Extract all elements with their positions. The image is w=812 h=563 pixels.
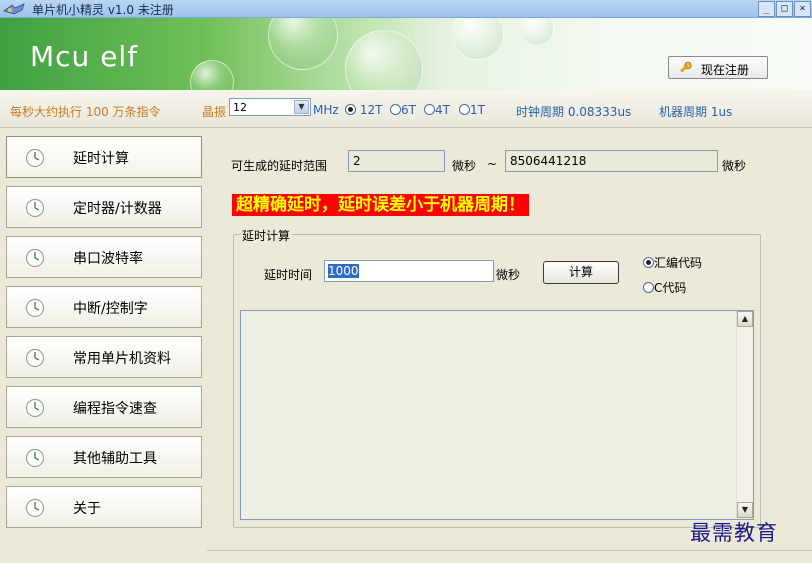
bubble-decoration (345, 30, 423, 90)
scroll-up-icon[interactable]: ▲ (737, 311, 753, 327)
tilde-separator: ~ (487, 157, 498, 171)
radio-icon (390, 104, 401, 115)
radio-label: C代码 (654, 281, 687, 295)
calculate-button[interactable]: 计算 (543, 261, 619, 284)
register-button[interactable]: 现在注册 (668, 56, 768, 79)
main-panel: 可生成的延时范围 2 微秒 ~ 8506441218 微秒 超精确延时，延时误差… (207, 128, 812, 563)
mhz-label: MHz (313, 103, 339, 117)
delay-time-unit: 微秒 (496, 268, 521, 282)
clock-icon (25, 348, 45, 368)
delay-time-input[interactable]: 1000 (324, 260, 494, 282)
crystal-value: 12 (233, 101, 247, 114)
sidebar-item-other-tools[interactable]: 其他辅助工具 (6, 436, 202, 478)
clock-icon (25, 248, 45, 268)
sidebar-item-label: 延时计算 (73, 151, 129, 167)
info-bar: 每秒大约执行 100 万条指令 晶振 12 ▼ MHz 12T 6T 4T 1T… (0, 90, 812, 128)
mode-label: 1T (470, 103, 485, 117)
mode-radio-1t[interactable]: 1T (459, 103, 485, 117)
close-button[interactable]: × (794, 1, 811, 17)
range-min-field: 2 (348, 150, 445, 172)
mode-radio-4t[interactable]: 4T (424, 103, 450, 117)
app-logo: Mcu elf (30, 40, 139, 73)
watermark-text: 最需教育 (690, 521, 778, 545)
sidebar-item-label: 定时器/计数器 (73, 201, 162, 217)
crystal-select[interactable]: 12 ▼ (229, 98, 311, 116)
vertical-scrollbar[interactable]: ▲ ▼ (736, 311, 753, 519)
window-title: 单片机小精灵 v1.0 未注册 (32, 3, 174, 17)
bubble-decoration (452, 18, 504, 60)
minimize-button[interactable]: _ (758, 1, 775, 17)
sidebar-item-label: 其他辅助工具 (73, 451, 157, 467)
chevron-down-icon[interactable]: ▼ (294, 100, 309, 114)
title-bar: 单片机小精灵 v1.0 未注册 _ □ × (0, 0, 812, 18)
radio-icon (643, 257, 654, 268)
clock-icon (25, 198, 45, 218)
mode-label: 6T (401, 103, 416, 117)
code-output-area[interactable]: ▲ ▼ (240, 310, 754, 520)
speed-text: 每秒大约执行 100 万条指令 (10, 105, 161, 119)
mode-label: 12T (359, 103, 383, 117)
scroll-down-icon[interactable]: ▼ (737, 502, 753, 518)
sidebar-item-label: 串口波特率 (73, 251, 143, 267)
sidebar: 延时计算 定时器/计数器 串口波特率 中断/控制字 常用单片机资料 编程指令速查… (0, 128, 207, 563)
sidebar-item-label: 关于 (73, 501, 101, 517)
machine-period-text: 机器周期 1us (659, 105, 733, 119)
status-divider (207, 550, 812, 563)
app-icon (3, 3, 25, 15)
sidebar-item-interrupt[interactable]: 中断/控制字 (6, 286, 202, 328)
clock-icon (25, 398, 45, 418)
sidebar-item-label: 编程指令速查 (73, 401, 157, 417)
register-label: 现在注册 (701, 63, 750, 77)
sidebar-item-label: 中断/控制字 (73, 301, 148, 317)
crystal-label: 晶振 (202, 105, 227, 119)
sidebar-item-instruction-lookup[interactable]: 编程指令速查 (6, 386, 202, 428)
mode-radio-6t[interactable]: 6T (390, 103, 416, 117)
mode-radio-12t[interactable]: 12T (345, 103, 382, 117)
sidebar-item-baud-rate[interactable]: 串口波特率 (6, 236, 202, 278)
range-min-unit: 微秒 (452, 159, 477, 173)
maximize-button[interactable]: □ (776, 1, 793, 17)
banner: Mcu elf 现在注册 (0, 18, 812, 90)
clock-period-text: 时钟周期 0.08333us (516, 105, 632, 119)
radio-asm-code[interactable]: 汇编代码 (643, 254, 702, 271)
sidebar-item-timer-counter[interactable]: 定时器/计数器 (6, 186, 202, 228)
bubble-decoration (520, 18, 554, 46)
radio-c-code[interactable]: C代码 (643, 279, 686, 296)
clock-icon (25, 298, 45, 318)
radio-icon (345, 104, 356, 115)
radio-icon (459, 104, 470, 115)
sidebar-item-about[interactable]: 关于 (6, 486, 202, 528)
range-max-unit: 微秒 (722, 159, 747, 173)
radio-icon (424, 104, 435, 115)
sidebar-item-mcu-reference[interactable]: 常用单片机资料 (6, 336, 202, 378)
clock-icon (25, 148, 45, 168)
clock-icon (25, 448, 45, 468)
radio-icon (643, 282, 654, 293)
range-max-field: 8506441218 (505, 150, 718, 172)
headline-banner: 超精确延时，延时误差小于机器周期！ (232, 194, 529, 216)
group-title: 延时计算 (240, 227, 293, 244)
bubble-decoration (190, 60, 234, 90)
clock-icon (25, 498, 45, 518)
delay-time-label: 延时时间 (264, 268, 313, 282)
key-icon (680, 61, 692, 73)
mode-label: 4T (435, 103, 450, 117)
bubble-decoration (268, 18, 338, 70)
sidebar-item-label: 常用单片机资料 (73, 351, 171, 367)
radio-label: 汇编代码 (654, 256, 703, 270)
range-label: 可生成的延时范围 (231, 159, 328, 173)
delay-time-value: 1000 (328, 264, 359, 278)
sidebar-item-delay-calc[interactable]: 延时计算 (6, 136, 202, 178)
